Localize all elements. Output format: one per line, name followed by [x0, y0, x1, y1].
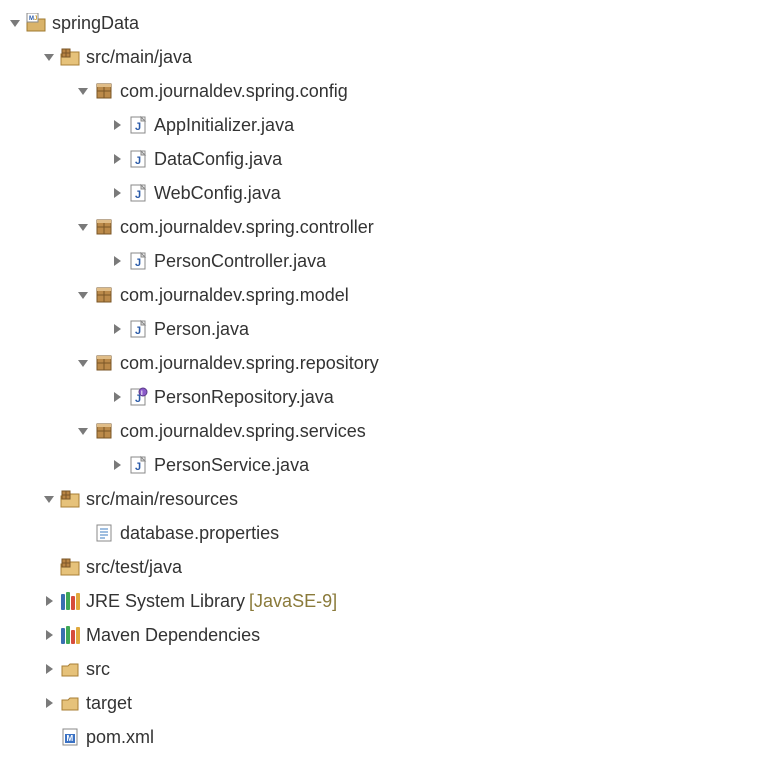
- disclosure-collapsed-icon[interactable]: [40, 694, 58, 712]
- tree-item-properties-file[interactable]: database.properties: [0, 516, 768, 550]
- tree-item-label: PersonController.java: [154, 252, 326, 270]
- tree-item-package-controller[interactable]: com.journaldev.spring.controller: [0, 210, 768, 244]
- tree-item-src-folder[interactable]: src: [0, 652, 768, 686]
- java-file-icon: [128, 251, 148, 271]
- disclosure-expanded-icon[interactable]: [40, 48, 58, 66]
- disclosure-collapsed-icon[interactable]: [108, 320, 126, 338]
- library-icon: [60, 591, 80, 611]
- source-folder-icon: [60, 47, 80, 67]
- disclosure-expanded-icon[interactable]: [74, 286, 92, 304]
- tree-item-pom-xml[interactable]: pom.xml: [0, 720, 768, 754]
- folder-icon: [60, 693, 80, 713]
- folder-icon: [60, 659, 80, 679]
- tree-item-label: target: [86, 694, 132, 712]
- disclosure-collapsed-icon[interactable]: [108, 184, 126, 202]
- source-folder-icon: [60, 489, 80, 509]
- tree-item-package-repository[interactable]: com.journaldev.spring.repository: [0, 346, 768, 380]
- disclosure-expanded-icon[interactable]: [74, 218, 92, 236]
- tree-item-label: JRE System Library: [86, 592, 245, 610]
- tree-item-label: PersonService.java: [154, 456, 309, 474]
- properties-file-icon: [94, 523, 114, 543]
- tree-item-label: src/main/resources: [86, 490, 238, 508]
- tree-item-package-services[interactable]: com.journaldev.spring.services: [0, 414, 768, 448]
- package-icon: [94, 81, 114, 101]
- tree-item-src-main-resources[interactable]: src/main/resources: [0, 482, 768, 516]
- tree-item-project[interactable]: springData: [0, 6, 768, 40]
- disclosure-collapsed-icon[interactable]: [108, 456, 126, 474]
- tree-item-label: AppInitializer.java: [154, 116, 294, 134]
- tree-item-label: pom.xml: [86, 728, 154, 746]
- tree-item-label: springData: [52, 14, 139, 32]
- java-interface-file-icon: [128, 387, 148, 407]
- tree-item-java-file[interactable]: PersonRepository.java: [0, 380, 768, 414]
- disclosure-collapsed-icon[interactable]: [40, 592, 58, 610]
- tree-item-label: com.journaldev.spring.config: [120, 82, 348, 100]
- disclosure-expanded-icon[interactable]: [74, 422, 92, 440]
- disclosure-expanded-icon[interactable]: [74, 354, 92, 372]
- tree-item-label: DataConfig.java: [154, 150, 282, 168]
- tree-item-label: src: [86, 660, 110, 678]
- source-folder-icon: [60, 557, 80, 577]
- java-file-icon: [128, 319, 148, 339]
- tree-item-target-folder[interactable]: target: [0, 686, 768, 720]
- tree-item-java-file[interactable]: PersonController.java: [0, 244, 768, 278]
- tree-item-java-file[interactable]: AppInitializer.java: [0, 108, 768, 142]
- library-icon: [60, 625, 80, 645]
- disclosure-collapsed-icon[interactable]: [108, 252, 126, 270]
- package-icon: [94, 421, 114, 441]
- disclosure-collapsed-icon[interactable]: [108, 150, 126, 168]
- tree-item-src-main-java[interactable]: src/main/java: [0, 40, 768, 74]
- maven-pom-icon: [60, 727, 80, 747]
- java-file-icon: [128, 183, 148, 203]
- tree-item-label: PersonRepository.java: [154, 388, 334, 406]
- tree-item-label: com.journaldev.spring.services: [120, 422, 366, 440]
- tree-item-label: database.properties: [120, 524, 279, 542]
- tree-item-java-file[interactable]: DataConfig.java: [0, 142, 768, 176]
- tree-item-java-file[interactable]: PersonService.java: [0, 448, 768, 482]
- java-file-icon: [128, 149, 148, 169]
- java-file-icon: [128, 115, 148, 135]
- tree-item-label: src/main/java: [86, 48, 192, 66]
- tree-item-jre-library[interactable]: JRE System Library [JavaSE-9]: [0, 584, 768, 618]
- disclosure-expanded-icon[interactable]: [74, 82, 92, 100]
- project-icon: [26, 13, 46, 33]
- tree-item-label: src/test/java: [86, 558, 182, 576]
- package-icon: [94, 217, 114, 237]
- tree-item-java-file[interactable]: Person.java: [0, 312, 768, 346]
- tree-item-java-file[interactable]: WebConfig.java: [0, 176, 768, 210]
- disclosure-collapsed-icon[interactable]: [108, 388, 126, 406]
- disclosure-collapsed-icon[interactable]: [108, 116, 126, 134]
- tree-item-maven-dependencies[interactable]: Maven Dependencies: [0, 618, 768, 652]
- package-icon: [94, 353, 114, 373]
- disclosure-expanded-icon[interactable]: [40, 490, 58, 508]
- disclosure-expanded-icon[interactable]: [6, 14, 24, 32]
- tree-item-src-test-java[interactable]: src/test/java: [0, 550, 768, 584]
- tree-item-label: Person.java: [154, 320, 249, 338]
- tree-item-label: Maven Dependencies: [86, 626, 260, 644]
- tree-item-package-model[interactable]: com.journaldev.spring.model: [0, 278, 768, 312]
- java-file-icon: [128, 455, 148, 475]
- tree-item-label: com.journaldev.spring.model: [120, 286, 349, 304]
- tree-item-label: com.journaldev.spring.repository: [120, 354, 379, 372]
- tree-item-package-config[interactable]: com.journaldev.spring.config: [0, 74, 768, 108]
- disclosure-collapsed-icon[interactable]: [40, 626, 58, 644]
- disclosure-collapsed-icon[interactable]: [40, 660, 58, 678]
- tree-item-label: com.journaldev.spring.controller: [120, 218, 374, 236]
- tree-item-decorator: [JavaSE-9]: [249, 592, 337, 610]
- package-icon: [94, 285, 114, 305]
- tree-item-label: WebConfig.java: [154, 184, 281, 202]
